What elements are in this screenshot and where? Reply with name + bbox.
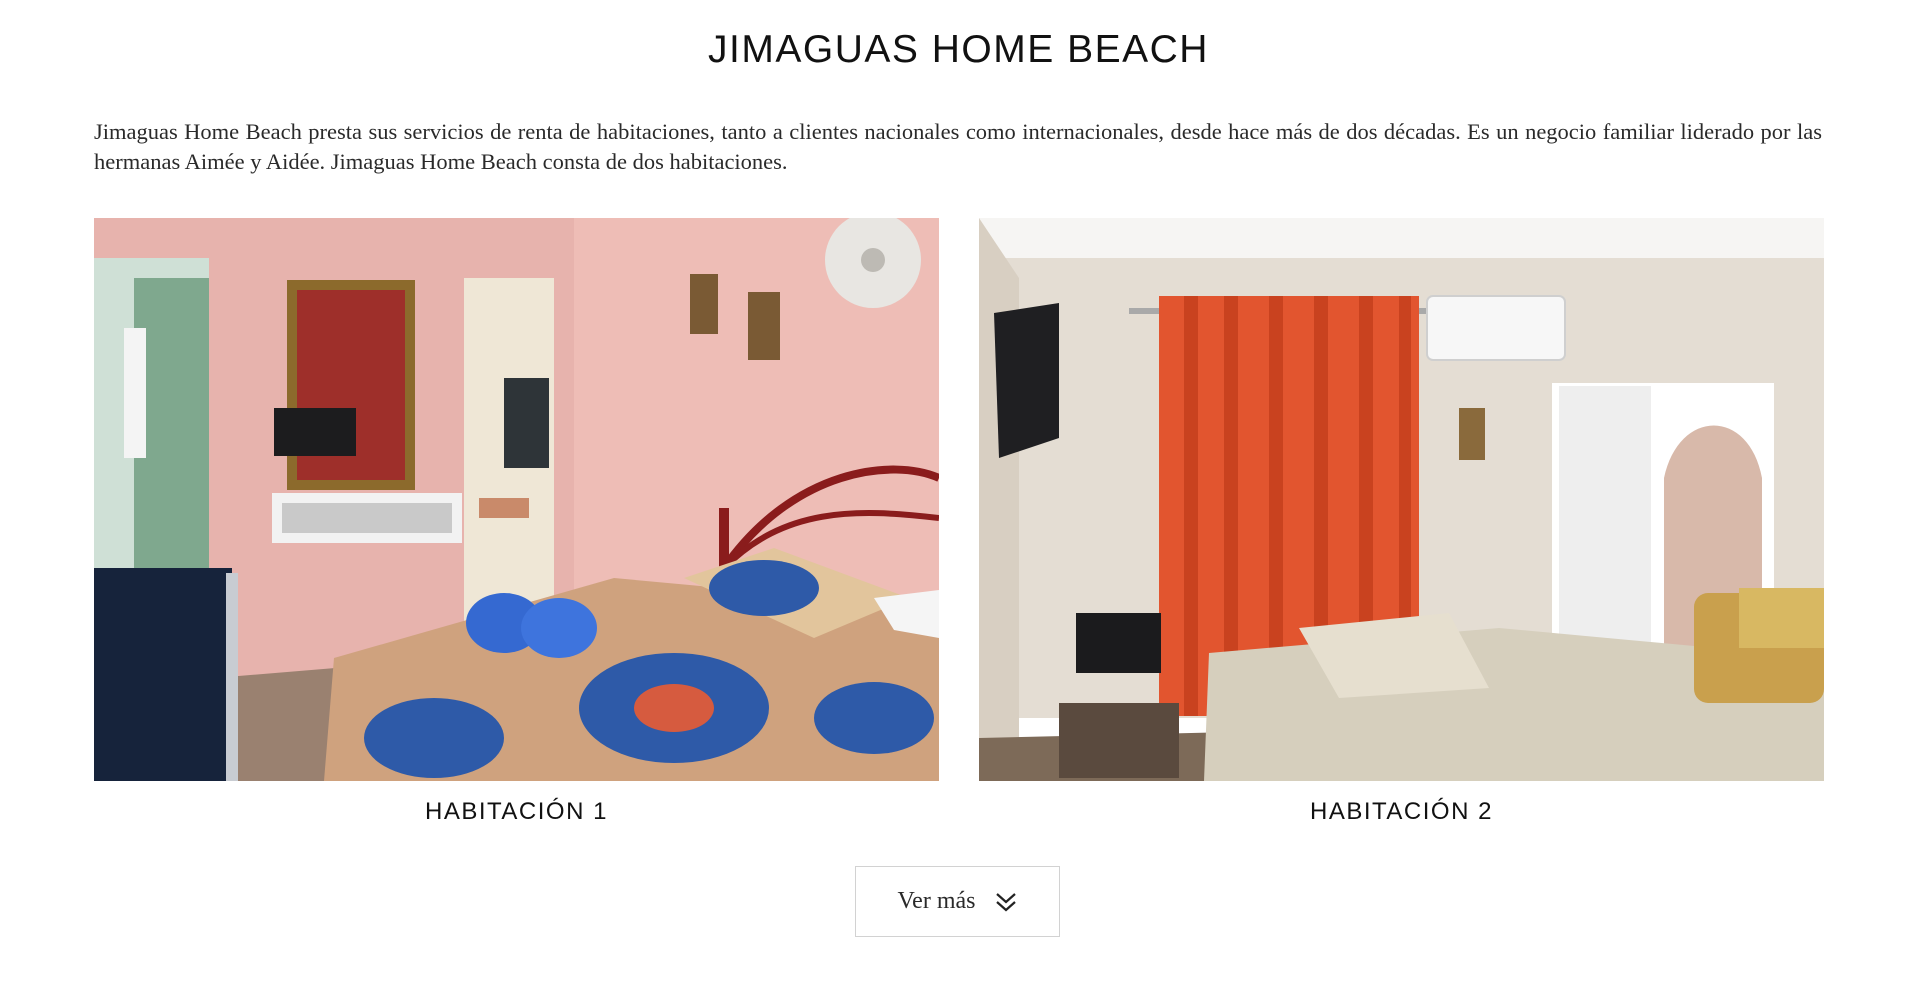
ver-mas-label: Ver más <box>897 888 976 914</box>
room-2-label[interactable]: HABITACIÓN 2 <box>979 798 1824 826</box>
room-card-2[interactable]: HABITACIÓN 2 <box>979 218 1824 826</box>
room-1-label[interactable]: HABITACIÓN 1 <box>94 798 939 826</box>
room-card-1[interactable]: HABITACIÓN 1 <box>94 218 939 826</box>
room-2-photo[interactable] <box>979 218 1824 781</box>
double-chevron-down-icon <box>996 892 1017 911</box>
room-1-photo[interactable] <box>94 218 939 781</box>
page-title: JIMAGUAS HOME BEACH <box>708 28 1209 71</box>
intro-paragraph: Jimaguas Home Beach presta sus servicios… <box>94 119 1822 174</box>
ver-mas-button[interactable]: Ver más <box>855 866 1060 937</box>
